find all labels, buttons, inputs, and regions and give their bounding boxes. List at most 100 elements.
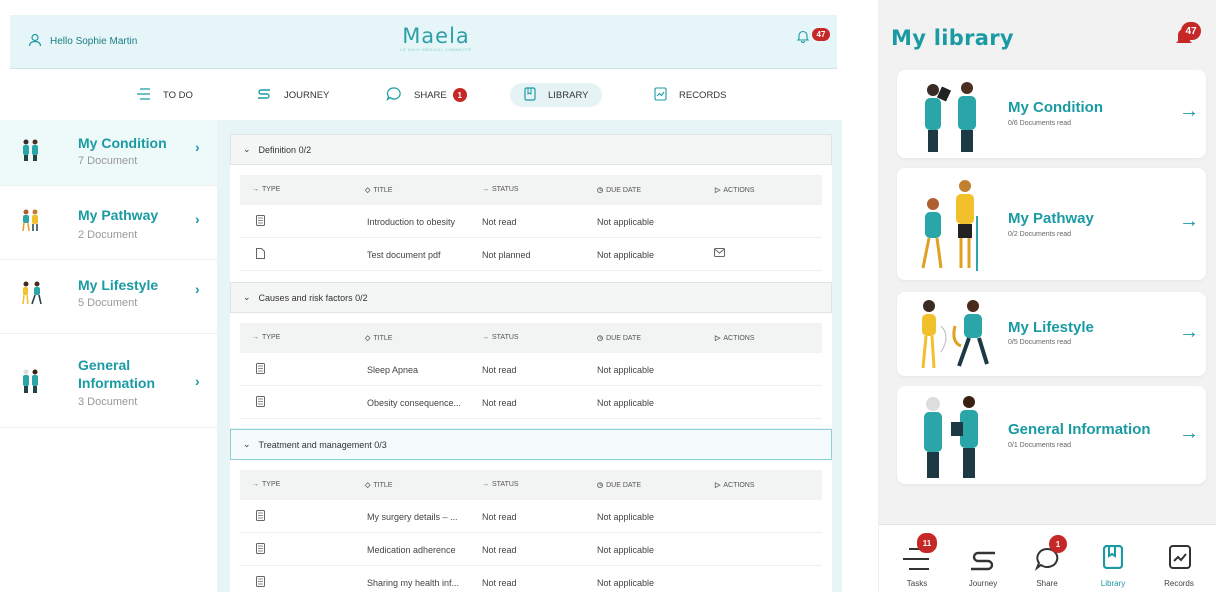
table-row[interactable]: Test document pdf Not planned Not applic…	[240, 238, 822, 271]
chevron-down-icon: ⌄	[243, 439, 251, 449]
arrow-right-icon: →	[252, 186, 259, 193]
col-actions: ▷ ACTIONS	[715, 481, 755, 490]
doctors-illustration	[20, 138, 42, 167]
nav-library[interactable]: LIBRARY	[510, 83, 603, 107]
column-header: → TYPE ◇ TITLE → STATUS ◷ DUE DATE ▷ ACTIONS	[240, 470, 822, 500]
notification-badge: 47	[1181, 22, 1201, 40]
chevron-down-icon: ⌄	[243, 144, 251, 154]
nav-share[interactable]: SHARE 1	[372, 83, 481, 107]
card-title: My Lifestyle	[1008, 319, 1094, 336]
row-status: Not read	[482, 217, 517, 227]
section-header[interactable]: ⌄ Causes and risk factors 0/2	[230, 282, 832, 313]
notification-button[interactable]: 47	[1175, 22, 1201, 51]
tab-label: Tasks	[906, 579, 928, 588]
desktop-view: Hello Sophie Martin Maela LE SUIVI MÉDIC…	[0, 0, 842, 592]
file-icon	[256, 248, 265, 261]
col-actions-label: ACTIONS	[723, 481, 755, 489]
table-row[interactable]: Sleep Apnea Not read Not applicable	[240, 353, 822, 386]
col-due: ◷ DUE DATE	[597, 186, 641, 195]
library-card-my-lifestyle[interactable]: My Lifestyle 0/5 Documents read →	[897, 292, 1206, 376]
user-greeting[interactable]: Hello Sophie Martin	[28, 33, 137, 50]
table-row[interactable]: Medication adherence Not read Not applic…	[240, 533, 822, 566]
article-icon	[256, 576, 265, 589]
col-status-label: STATUS	[492, 481, 519, 488]
book-icon	[1102, 544, 1124, 571]
column-header: → TYPE ◇ TITLE → STATUS ◷ DUE DATE ▷ ACTIONS	[240, 175, 822, 205]
clock-icon: ◷	[597, 187, 604, 194]
pathway-illustration	[915, 176, 991, 281]
nav-todo[interactable]: TO DO	[121, 83, 207, 107]
book-icon	[524, 86, 536, 104]
main-nav: TO DO JOURNEY SHARE 1 LIBRARY RECORDS	[0, 70, 842, 120]
row-due: Not applicable	[597, 250, 655, 260]
play-icon: ▷	[715, 335, 721, 342]
row-status: Not read	[482, 512, 517, 522]
sidebar-item-title: My Pathway	[78, 207, 159, 223]
col-due: ◷ DUE DATE	[597, 481, 641, 490]
library-card-my-pathway[interactable]: My Pathway 0/2 Documents read →	[897, 168, 1206, 280]
col-status-label: STATUS	[492, 334, 519, 341]
sidebar-item-count: 7 Document	[78, 155, 138, 167]
arrow-right-icon: →	[482, 481, 489, 488]
table-row[interactable]: Introduction to obesity Not read Not app…	[240, 205, 822, 238]
logo-subtitle: LE SUIVI MÉDICAL CONNECTÉ	[400, 47, 472, 52]
share-badge: 1	[452, 88, 467, 102]
section-header[interactable]: ⌄ Treatment and management 0/3	[230, 429, 832, 460]
mail-icon[interactable]	[714, 248, 725, 259]
col-title-label: TITLE	[373, 481, 393, 489]
tasks-badge: 11	[917, 533, 937, 553]
table-row[interactable]: My surgery details – ... Not read Not ap…	[240, 500, 822, 533]
sidebar-item-my-condition[interactable]: My Condition 7 Document ›	[0, 120, 217, 186]
play-icon: ▷	[715, 187, 721, 194]
card-title: My Pathway	[1008, 210, 1094, 227]
page-title: My library	[891, 26, 1014, 50]
library-card-my-condition[interactable]: My Condition 0/6 Documents read →	[897, 70, 1206, 158]
article-icon	[256, 396, 265, 409]
row-status: Not planned	[482, 250, 531, 260]
article-icon	[256, 543, 265, 556]
col-status-label: STATUS	[492, 186, 519, 193]
nav-records[interactable]: RECORDS	[640, 83, 741, 107]
card-subtitle: 0/2 Documents read	[1008, 231, 1072, 238]
sidebar-item-my-pathway[interactable]: My Pathway 2 Document ›	[0, 186, 217, 260]
table-row[interactable]: Obesity consequence... Not read Not appl…	[240, 386, 822, 419]
card-subtitle: 0/6 Documents read	[1008, 120, 1072, 127]
greeting-text: Hello Sophie Martin	[50, 36, 138, 47]
row-title: Test document pdf	[367, 250, 441, 260]
col-title: ◇ TITLE	[365, 186, 392, 195]
clock-icon: ◷	[597, 335, 604, 342]
row-status: Not read	[482, 398, 517, 408]
library-card-general-information[interactable]: General Information 0/1 Documents read →	[897, 386, 1206, 484]
column-header: → TYPE ◇ TITLE → STATUS ◷ DUE DATE ▷ ACTIONS	[240, 323, 822, 353]
sidebar-item-my-lifestyle[interactable]: My Lifestyle 5 Document ›	[0, 260, 217, 334]
section-causes: ⌄ Causes and risk factors 0/2 → TYPE ◇ TITL…	[230, 282, 832, 428]
tag-icon: ◇	[365, 482, 371, 489]
arrow-right-icon: →	[1179, 422, 1199, 444]
arrow-right-icon: →	[1179, 321, 1199, 343]
section-header[interactable]: ⌄ Definition 0/2	[230, 134, 832, 165]
col-status: → STATUS	[482, 186, 519, 193]
col-due-label: DUE DATE	[606, 334, 641, 342]
col-title: ◇ TITLE	[365, 481, 393, 490]
row-title: Medication adherence	[367, 545, 456, 555]
row-due: Not applicable	[597, 578, 655, 588]
table-row[interactable]: Sharing my health inf... Not read Not ap…	[240, 566, 822, 592]
doctors-illustration	[915, 76, 991, 159]
library-sidebar: My Condition 7 Document › My Pathway 2 D…	[0, 120, 217, 592]
nav-journey[interactable]: JOURNEY	[242, 83, 343, 107]
sidebar-item-title-line2: Information	[78, 375, 155, 391]
user-icon	[28, 33, 42, 50]
sidebar-item-general-information[interactable]: General Information 3 Document ›	[0, 334, 217, 428]
list-icon	[135, 87, 151, 103]
row-due: Not applicable	[597, 545, 655, 555]
row-status: Not read	[482, 545, 517, 555]
chart-icon	[654, 86, 667, 104]
col-status: → STATUS	[482, 481, 519, 488]
notification-button[interactable]: 47	[796, 28, 830, 48]
general-info-illustration	[915, 392, 991, 485]
path-icon	[256, 88, 272, 103]
library-content: ⌄ Definition 0/2 → TYPE ◇ TITLE → STATUS ◷ DU…	[217, 120, 842, 592]
tag-icon: ◇	[365, 187, 371, 194]
lifestyle-illustration	[915, 296, 995, 377]
arrow-right-icon: →	[1179, 100, 1199, 122]
